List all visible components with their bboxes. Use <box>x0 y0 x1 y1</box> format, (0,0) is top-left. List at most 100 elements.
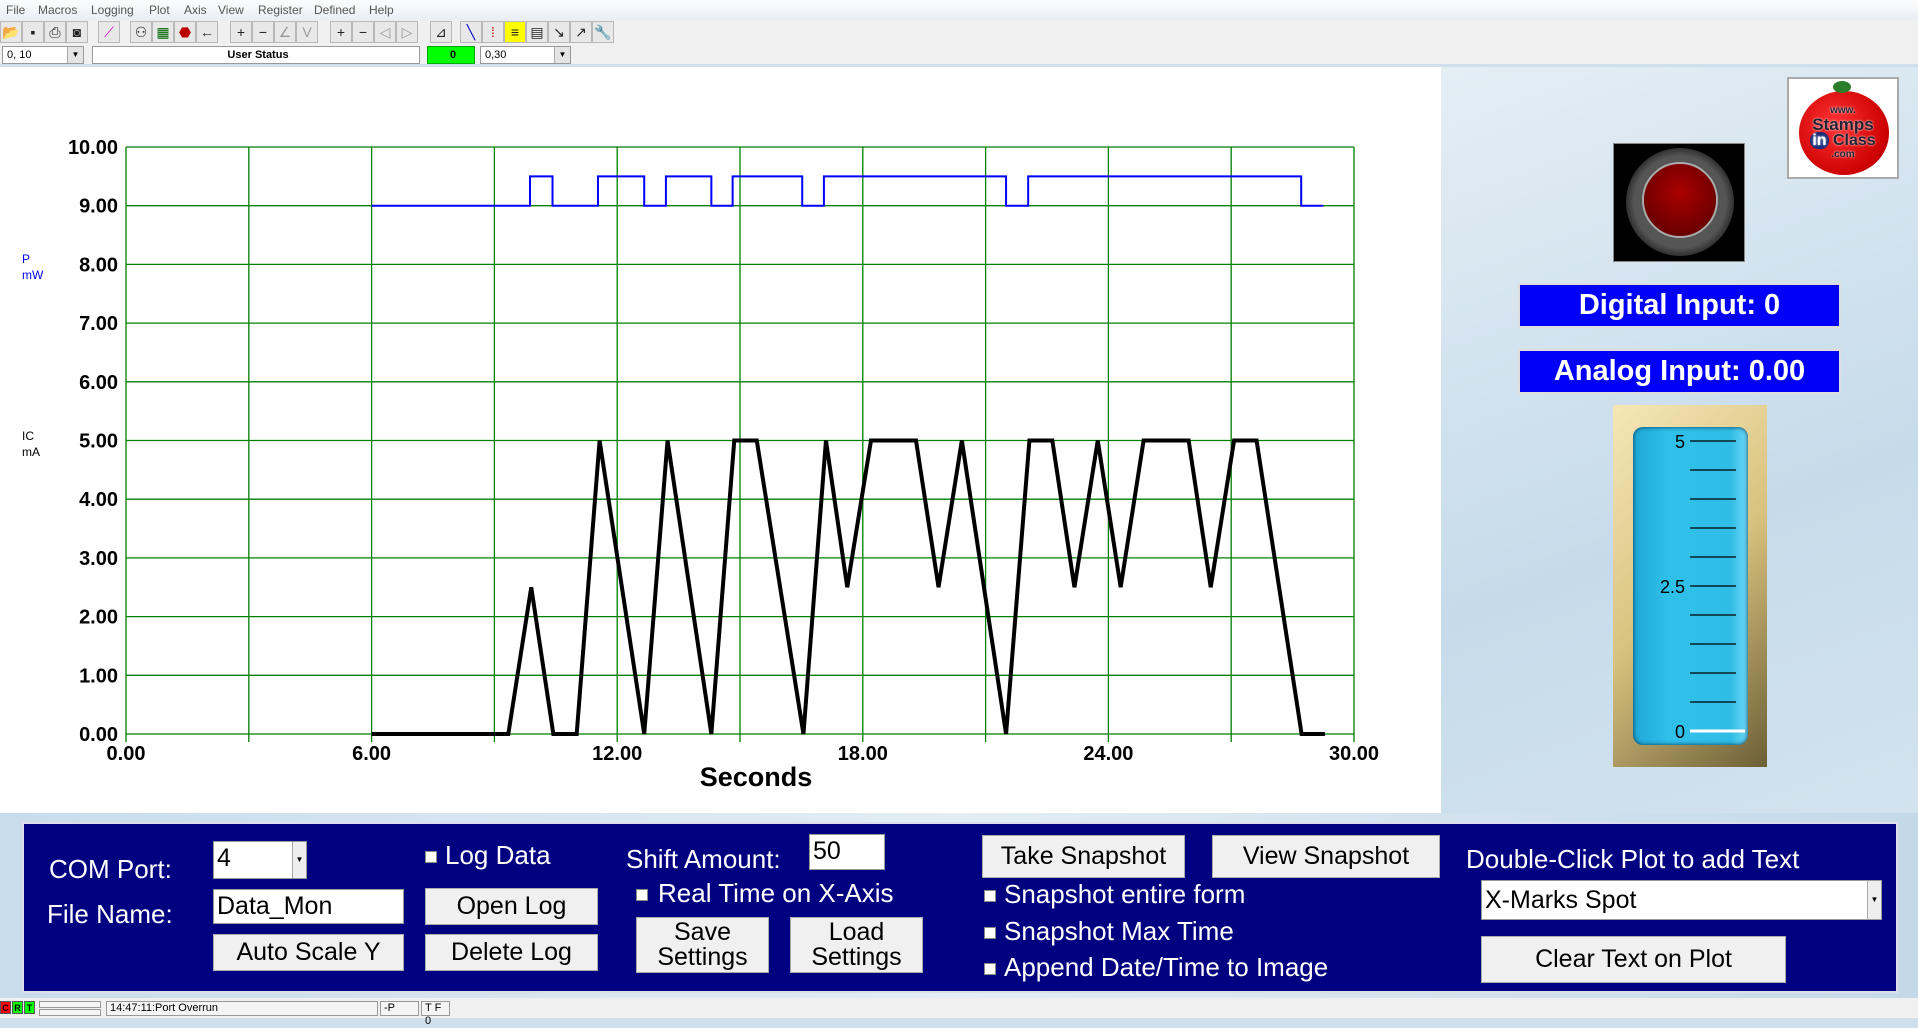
gauge-tick-label: 2.5 <box>1660 577 1685 597</box>
buffer-bar-1 <box>39 1001 101 1008</box>
zoom-y-out-icon[interactable]: V <box>296 21 318 43</box>
real-time-checkbox[interactable] <box>636 889 648 901</box>
menu-register[interactable]: Register <box>258 3 303 17</box>
menu-bar: File Macros Logging Plot Axis View Regis… <box>0 0 1918 20</box>
range-left-value: 0, 10 <box>7 49 31 61</box>
append-date-checkbox[interactable] <box>984 963 996 975</box>
status-tf: T F 0 <box>421 1001 450 1016</box>
snapshot-entire-form-checkbox[interactable] <box>984 890 996 902</box>
menu-logging[interactable]: Logging <box>91 3 134 17</box>
plot-text-value: X-Marks Spot <box>1485 886 1636 914</box>
wrench-icon[interactable]: 🔧 <box>592 21 614 43</box>
indicator-value: 0 <box>427 46 475 64</box>
stop-icon[interactable]: ⬣ <box>174 21 196 43</box>
menu-plot[interactable]: Plot <box>149 3 170 17</box>
snapshot-max-time-label: Snapshot Max Time <box>1004 916 1234 947</box>
wand-icon[interactable]: ⟋ <box>98 21 120 43</box>
chevron-down-icon[interactable]: ▼ <box>67 47 83 63</box>
status-message: 14:47:11:Port Overrun <box>106 1001 378 1016</box>
menu-file[interactable]: File <box>6 3 25 17</box>
clipboard-icon[interactable]: ▤ <box>526 21 548 43</box>
y-tick-label: 3.00 <box>79 548 118 570</box>
log-data-checkbox[interactable] <box>425 851 437 863</box>
save-disk-icon[interactable]: ▪ <box>22 21 44 43</box>
x-tick-label: 0.00 <box>107 743 146 765</box>
toolbar: 📂 ▪ ⎙ ◙ ⟋ ⚇ ▦ ⬣ ← + − ∠ V + − ◁ ▷ ⊿ ╲ ⁞ … <box>0 20 1918 44</box>
zoom-x-out-icon[interactable]: ▷ <box>396 21 418 43</box>
menu-defined[interactable]: Defined <box>314 3 355 17</box>
snapshot-entire-form-label: Snapshot entire form <box>1004 879 1245 910</box>
connect-icon[interactable]: ⚇ <box>130 21 152 43</box>
chevron-down-icon[interactable]: ▼ <box>554 47 570 63</box>
x-tick-label: 12.00 <box>592 743 642 765</box>
y-tick-label: 10.00 <box>68 137 118 159</box>
control-panel: COM Port: 4▼ File Name: Data_Mon Auto Sc… <box>22 822 1898 993</box>
arrow-left-icon[interactable]: ← <box>196 21 218 43</box>
file-name-label: File Name: <box>47 899 173 930</box>
range-right-select[interactable]: 0,30 ▼ <box>480 46 571 64</box>
view-snapshot-button[interactable]: View Snapshot <box>1212 835 1440 878</box>
analog-input-readout: Analog Input: 0.00 <box>1518 349 1841 394</box>
y-tick-label: 4.00 <box>79 489 118 511</box>
gauge-tick-label: 0 <box>1675 722 1685 742</box>
delete-log-button[interactable]: Delete Log <box>425 934 598 971</box>
gauge-scale: 52.50 <box>1613 405 1767 767</box>
snapshot-max-time-checkbox[interactable] <box>984 927 996 939</box>
open-log-button[interactable]: Open Log <box>425 888 598 925</box>
com-port-select[interactable]: 4▼ <box>213 841 307 879</box>
file-name-input[interactable]: Data_Mon <box>213 889 404 924</box>
load-settings-button[interactable]: LoadSettings <box>790 917 923 973</box>
menu-macros[interactable]: Macros <box>38 3 77 17</box>
y-axis-label-line1: IC <box>22 429 34 443</box>
menu-help[interactable]: Help <box>369 3 394 17</box>
range-right-value: 0,30 <box>485 49 506 61</box>
clear-text-button[interactable]: Clear Text on Plot <box>1481 936 1786 983</box>
user-status-field: User Status <box>92 46 420 64</box>
take-snapshot-button[interactable]: Take Snapshot <box>982 835 1185 878</box>
digital-input-readout: Digital Input: 0 <box>1518 283 1841 328</box>
minus-icon[interactable]: − <box>352 21 374 43</box>
auto-scale-y-button[interactable]: Auto Scale Y <box>213 934 404 971</box>
scale-icon[interactable]: ↗ <box>570 21 592 43</box>
probe-icon[interactable]: ↘ <box>548 21 570 43</box>
plus-icon[interactable]: + <box>330 21 352 43</box>
y-tick-label: 1.00 <box>79 665 118 687</box>
chart-svg[interactable]: 0.001.002.003.004.005.006.007.008.009.00… <box>0 67 1441 813</box>
print-icon[interactable]: ⎙ <box>44 21 66 43</box>
double-click-hint: Double-Click Plot to add Text <box>1466 844 1799 875</box>
chevron-down-icon[interactable]: ▼ <box>292 842 306 878</box>
plot-text-select[interactable]: X-Marks Spot ▼ <box>1481 880 1882 920</box>
com-port-label: COM Port: <box>49 854 172 885</box>
camera-icon[interactable]: ◙ <box>66 21 88 43</box>
y-tick-label: 6.00 <box>79 372 118 394</box>
analog-gauge: 52.50 <box>1613 405 1767 767</box>
grid-icon[interactable]: ▦ <box>152 21 174 43</box>
minus-icon[interactable]: − <box>252 21 274 43</box>
save-settings-button[interactable]: SaveSettings <box>636 917 769 973</box>
zoom-y-in-icon[interactable]: ∠ <box>274 21 296 43</box>
y-tick-label: 8.00 <box>79 254 118 276</box>
shift-amount-input[interactable]: 50 <box>809 834 885 870</box>
leaf-icon <box>1833 81 1851 93</box>
series-line-ic-ma <box>372 441 1325 735</box>
append-date-label: Append Date/Time to Image <box>1004 952 1328 983</box>
open-folder-icon[interactable]: 📂 <box>0 21 22 43</box>
stamps-in-class-logo: www.Stampsin Class.com <box>1787 77 1899 179</box>
pen-icon[interactable]: ╲ <box>460 21 482 43</box>
y-tick-label: 9.00 <box>79 196 118 218</box>
chevron-down-icon[interactable]: ▼ <box>1867 881 1881 919</box>
range-left-select[interactable]: 0, 10 ▼ <box>2 46 84 64</box>
plus-icon[interactable]: + <box>230 21 252 43</box>
save-settings-line2: Settings <box>657 945 747 970</box>
zoom-x-in-icon[interactable]: ◁ <box>374 21 396 43</box>
menu-view[interactable]: View <box>218 3 244 17</box>
markers-icon[interactable]: ⁞ <box>482 21 504 43</box>
c-indicator: C <box>0 1001 11 1014</box>
red-button-indicator[interactable] <box>1613 143 1745 262</box>
chart-icon[interactable]: ⊿ <box>430 21 452 43</box>
menu-axis[interactable]: Axis <box>184 3 207 17</box>
plot-area[interactable]: 0.001.002.003.004.005.006.007.008.009.00… <box>0 67 1441 813</box>
x-tick-label: 30.00 <box>1329 743 1379 765</box>
y-axis-label-line2: mA <box>22 445 40 459</box>
note-icon[interactable]: ≡ <box>504 21 526 43</box>
